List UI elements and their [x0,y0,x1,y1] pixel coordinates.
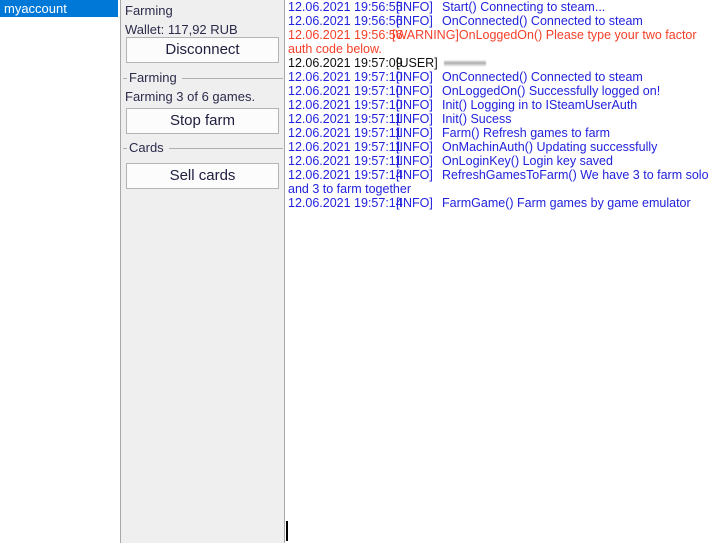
log-line: 12.06.2021 19:56:56[WARNING]OnLoggedOn()… [287,28,724,56]
log-message: Init() Sucess [442,112,512,126]
log-level-badge: [INFO] [396,196,433,210]
log-timestamp: 12.06.2021 19:57:11 [288,140,402,154]
log-line: 12.06.2021 19:57:11[INFO] OnLoginKey() Lo… [287,154,724,168]
log-timestamp: 12.06.2021 19:57:09 [288,56,403,70]
log-timestamp: 12.06.2021 19:57:10 [288,84,403,98]
log-line-container: 12.06.2021 19:56:55[INFO] Start() Connect… [287,0,724,210]
sell-cards-button[interactable]: Sell cards [126,163,279,189]
log-line: 12.06.2021 19:57:14[INFO] FarmGame() Farm… [287,196,724,210]
groupbox-line-left [123,148,127,149]
log-line: 12.06.2021 19:57:11[INFO] Farm() Refresh … [287,126,724,140]
accounts-list[interactable]: myaccount [0,0,118,543]
farming-status-label: Farming 3 of 6 games. [125,89,256,104]
log-level-badge: [INFO] [396,168,433,182]
log-timestamp: 12.06.2021 19:57:11 [288,154,402,168]
log-level-badge: [WARNING] [392,28,459,42]
log-message: Init() Logging in to ISteamUserAuth [442,98,638,112]
wallet-balance-label: Wallet: 117,92 RUB [125,22,238,37]
disconnect-button[interactable]: Disconnect [126,37,279,63]
log-level-badge: [INFO] [396,0,433,14]
log-level-badge: [USER] [396,56,438,70]
log-level-badge: [INFO] [396,112,433,126]
cards-groupbox-frame: Cards [123,140,283,156]
log-timestamp: 12.06.2021 19:57:10 [288,70,403,84]
log-level-badge: [INFO] [396,140,433,154]
log-line: 12.06.2021 19:57:10[INFO] Init() Logging … [287,98,724,112]
log-message: OnLoggedOn() Successfully logged on! [442,84,661,98]
log-message: Start() Connecting to steam... [442,0,606,14]
cards-groupbox-caption: Cards [129,140,164,155]
log-line: 12.06.2021 19:57:10[INFO] OnLoggedOn() Su… [287,84,724,98]
log-timestamp: 12.06.2021 19:56:56 [288,14,403,28]
log-output-panel[interactable]: 12.06.2021 19:56:55[INFO] Start() Connect… [286,0,724,543]
text-caret [286,521,288,541]
log-line: 12.06.2021 19:57:09[USER] [287,56,724,70]
log-line: 12.06.2021 19:57:11[INFO] OnMachinAuth() … [287,140,724,154]
farming-groupbox-caption: Farming [129,70,177,85]
log-level-badge: [INFO] [396,154,433,168]
log-timestamp: 12.06.2021 19:57:14 [288,196,403,210]
account-control-panel: Farming Wallet: 117,92 RUB Disconnect Fa… [120,0,285,543]
account-list-item-myaccount[interactable]: myaccount [0,0,118,17]
log-message: Farm() Refresh games to farm [442,126,611,140]
log-line: 12.06.2021 19:57:10[INFO] OnConnected() C… [287,70,724,84]
log-timestamp: 12.06.2021 19:57:10 [288,98,403,112]
log-message: OnMachinAuth() Updating successfully [442,140,658,154]
farming-groupbox-frame: Farming [123,70,283,86]
log-line: 12.06.2021 19:56:56[INFO] OnConnected() C… [287,14,724,28]
groupbox-line-right [182,78,283,79]
redacted-text-block [444,60,486,68]
log-timestamp: 12.06.2021 19:57:11 [288,112,402,126]
log-message: FarmGame() Farm games by game emulator [442,196,691,210]
log-message: OnConnected() Connected to steam [442,14,643,28]
log-level-badge: [INFO] [396,14,433,28]
log-message: OnLoginKey() Login key saved [442,154,613,168]
panel-header-label: Farming [125,3,173,18]
groupbox-line-left [123,78,127,79]
log-level-badge: [INFO] [396,98,433,112]
log-message: OnConnected() Connected to steam [442,70,643,84]
log-line: 12.06.2021 19:57:11[INFO] Init() Sucess [287,112,724,126]
log-level-badge: [INFO] [396,70,433,84]
groupbox-line-right [169,148,283,149]
log-timestamp: 12.06.2021 19:56:55 [288,0,403,14]
log-level-badge: [INFO] [396,84,433,98]
log-timestamp: 12.06.2021 19:57:14 [288,168,403,182]
log-timestamp: 12.06.2021 19:57:11 [288,126,402,140]
stop-farm-button[interactable]: Stop farm [126,108,279,134]
log-timestamp: 12.06.2021 19:56:56 [288,28,403,42]
log-level-badge: [INFO] [396,126,433,140]
log-line: 12.06.2021 19:56:55[INFO] Start() Connect… [287,0,724,14]
log-line: 12.06.2021 19:57:14[INFO] RefreshGamesToF… [287,168,724,196]
